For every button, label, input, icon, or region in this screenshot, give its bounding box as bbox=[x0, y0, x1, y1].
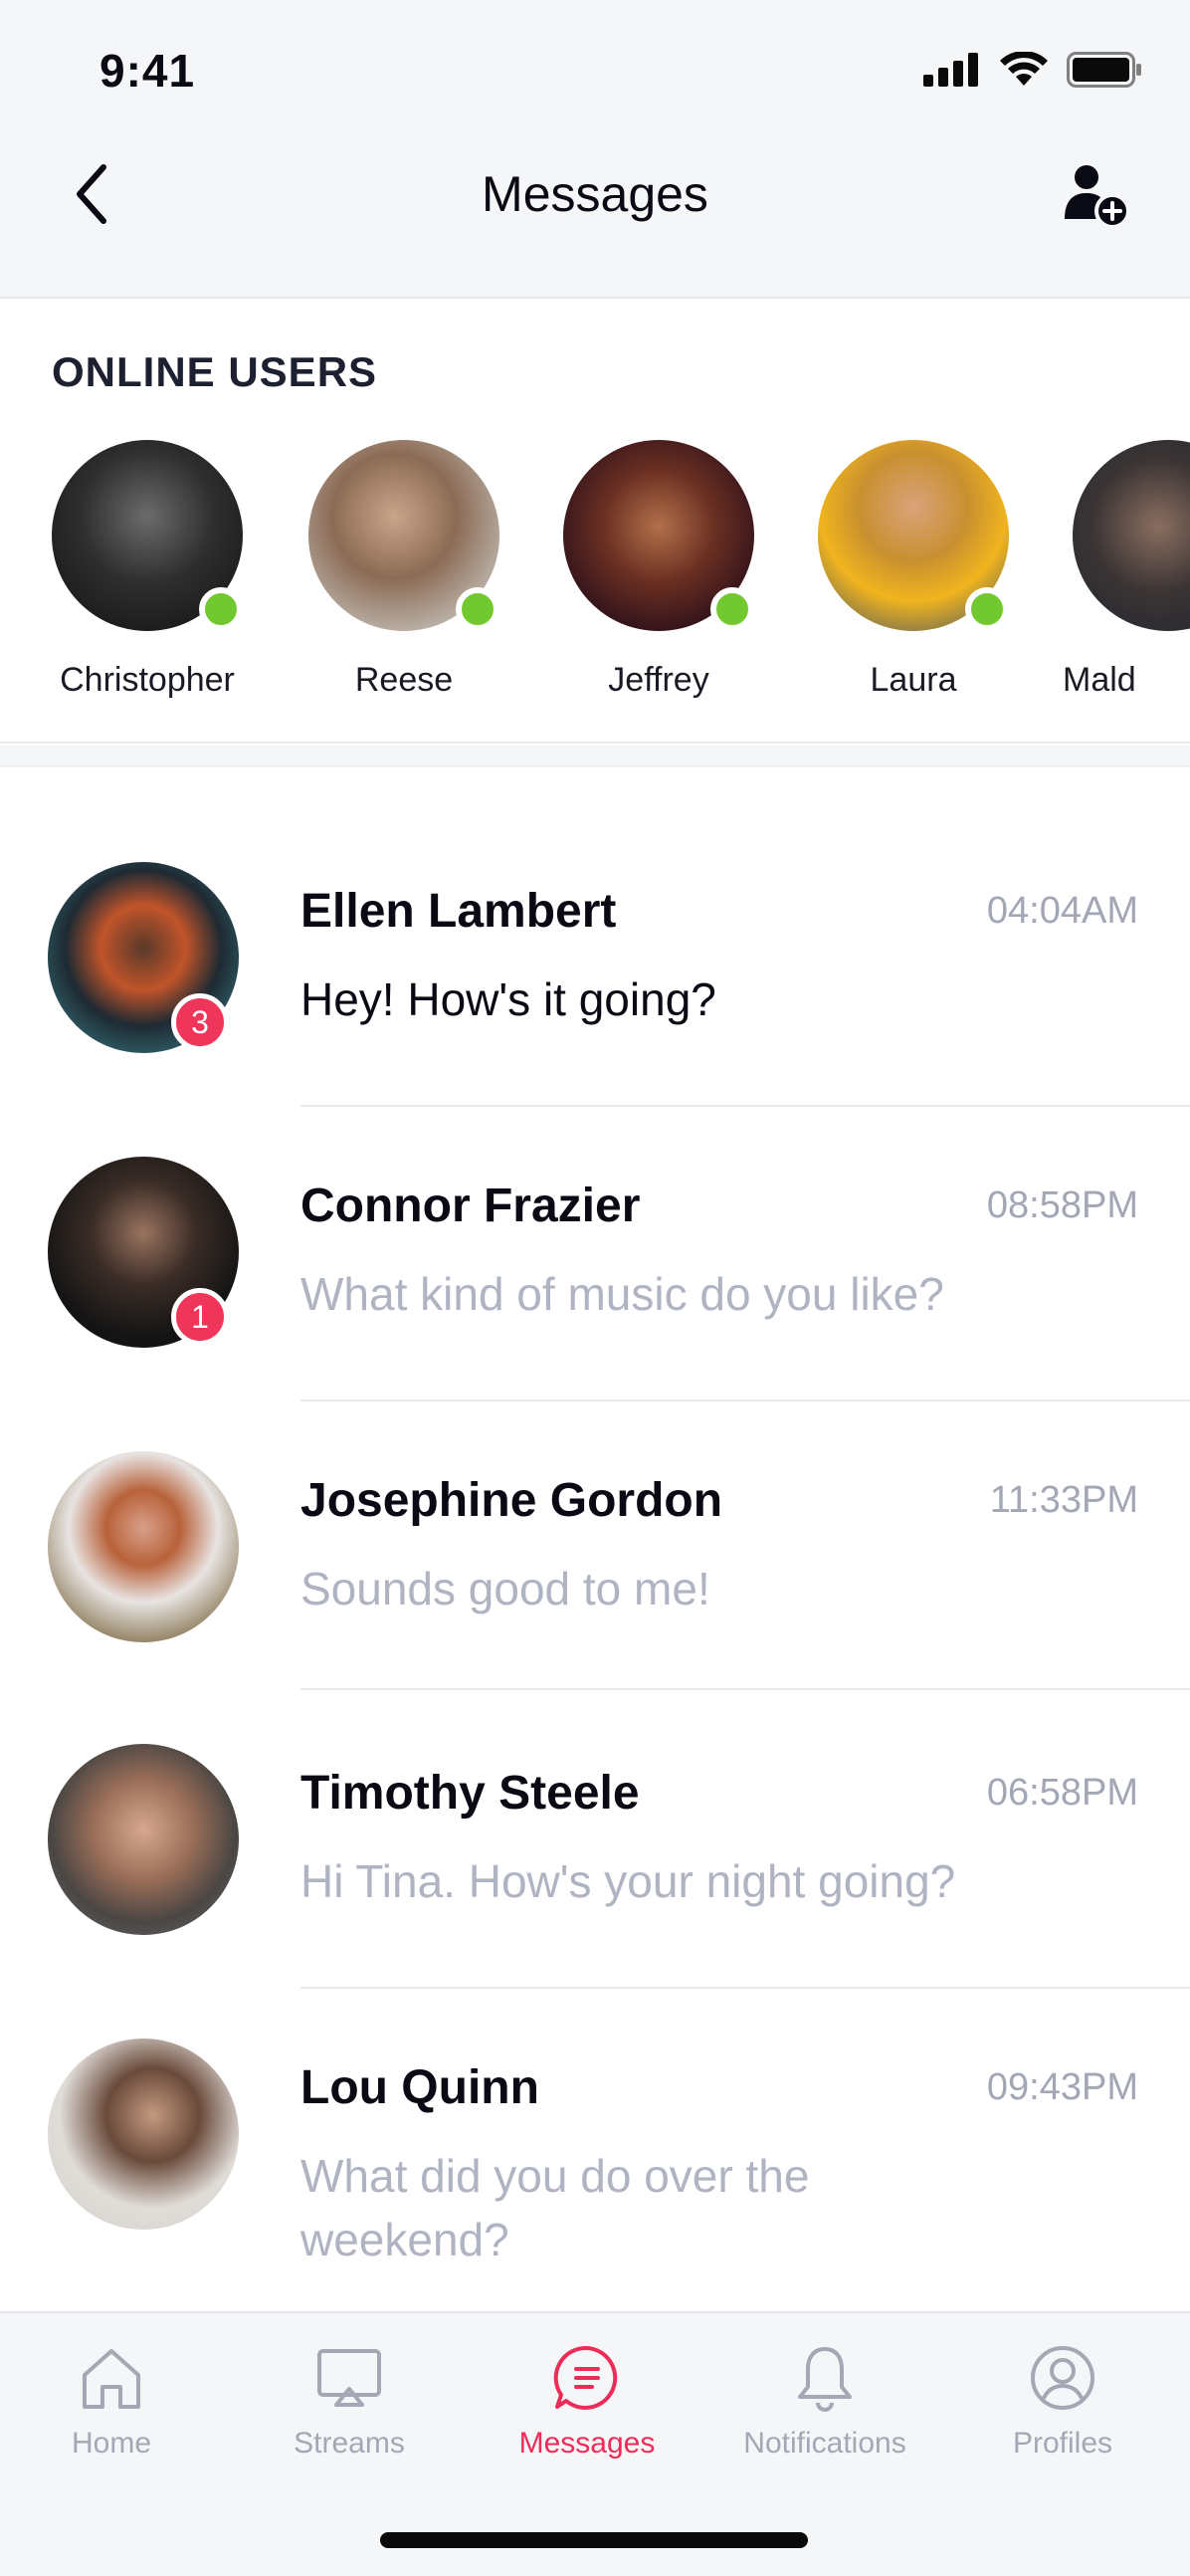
message-icon bbox=[553, 2345, 618, 2410]
add-user-button[interactable] bbox=[1061, 159, 1132, 231]
conversation-row[interactable]: 1 Connor Frazier 08:58PM What kind of mu… bbox=[0, 1157, 1190, 1450]
row-divider bbox=[300, 1688, 1190, 1690]
add-user-icon bbox=[1065, 165, 1130, 229]
status-icons bbox=[923, 52, 1142, 88]
message-preview: Hey! How's it going? bbox=[300, 973, 716, 1025]
online-user-name: Reese bbox=[354, 661, 454, 699]
online-users-section: ONLINE USERS Christopher Reese Jeffrey L… bbox=[0, 301, 1190, 744]
avatar: 1 bbox=[48, 1157, 239, 1348]
bell-icon bbox=[798, 2347, 852, 2412]
avatar bbox=[48, 1744, 239, 1935]
conversation-row[interactable]: Josephine Gordon 11:33PM Sounds good to … bbox=[0, 1451, 1190, 1745]
tab-label: Home bbox=[71, 2427, 152, 2460]
message-time: 04:04AM bbox=[986, 890, 1138, 932]
profile-icon bbox=[1031, 2346, 1094, 2410]
avatar bbox=[1073, 440, 1190, 631]
tab-profiles[interactable]: Profiles bbox=[953, 2343, 1172, 2461]
tab-label: Streams bbox=[294, 2427, 405, 2460]
unread-badge: 1 bbox=[171, 1288, 229, 1346]
online-user-name: Christopher bbox=[60, 661, 235, 699]
tab-label: Profiles bbox=[1012, 2427, 1113, 2460]
home-icon bbox=[83, 2349, 140, 2409]
tab-notifications[interactable]: Notifications bbox=[715, 2343, 934, 2461]
online-user[interactable]: Mald bbox=[1063, 440, 1190, 699]
status-time: 9:41 bbox=[99, 45, 196, 97]
header: 9:41 Messages bbox=[0, 0, 1190, 299]
online-indicator bbox=[710, 587, 754, 631]
online-user[interactable]: Christopher bbox=[52, 440, 251, 699]
message-time: 08:58PM bbox=[986, 1184, 1138, 1226]
online-user[interactable]: Reese bbox=[308, 440, 507, 699]
avatar bbox=[308, 440, 499, 631]
contact-name: Josephine Gordon bbox=[300, 1474, 723, 1527]
message-time: 09:43PM bbox=[986, 2066, 1138, 2108]
signal-icon bbox=[923, 53, 978, 87]
row-divider bbox=[300, 1105, 1190, 1107]
message-time: 11:33PM bbox=[989, 1479, 1138, 1521]
unread-badge: 3 bbox=[171, 993, 229, 1051]
conversation-row[interactable]: 3 Ellen Lambert 04:04AM Hey! How's it go… bbox=[0, 862, 1190, 1156]
section-divider bbox=[0, 746, 1190, 767]
cast-icon bbox=[317, 2349, 381, 2407]
online-user-name: Jeffrey bbox=[608, 661, 709, 699]
tab-home[interactable]: Home bbox=[2, 2343, 221, 2461]
conversation-row[interactable]: Timothy Steele 06:58PM Hi Tina. How's yo… bbox=[0, 1744, 1190, 2038]
message-preview: Hi Tina. How's your night going? bbox=[300, 1855, 956, 1907]
section-title: ONLINE USERS bbox=[52, 348, 378, 395]
message-preview: What kind of music do you like? bbox=[300, 1268, 944, 1320]
online-indicator bbox=[965, 587, 1009, 631]
battery-icon bbox=[1067, 52, 1141, 88]
avatar: 3 bbox=[48, 862, 239, 1053]
avatar bbox=[48, 2039, 239, 2230]
contact-name: Timothy Steele bbox=[300, 1767, 640, 1820]
conversation-row[interactable]: Lou Quinn 09:43PM What did you do over t… bbox=[0, 2039, 1190, 2332]
online-user[interactable]: Laura bbox=[818, 440, 1017, 699]
row-divider bbox=[300, 1987, 1190, 1989]
message-preview: What did you do over the weekend? bbox=[300, 2150, 810, 2265]
message-time: 06:58PM bbox=[986, 1772, 1138, 1814]
tab-label: Notifications bbox=[743, 2427, 906, 2460]
avatar bbox=[563, 440, 754, 631]
online-user[interactable]: Jeffrey bbox=[563, 440, 762, 699]
avatar bbox=[48, 1451, 239, 1642]
wifi-icon bbox=[1000, 52, 1048, 86]
row-divider bbox=[300, 1399, 1190, 1401]
tab-streams[interactable]: Streams bbox=[240, 2343, 459, 2461]
message-preview: Sounds good to me! bbox=[300, 1563, 710, 1614]
page-title: Messages bbox=[482, 166, 708, 222]
contact-name: Connor Frazier bbox=[300, 1180, 641, 1232]
online-indicator bbox=[199, 587, 243, 631]
online-indicator bbox=[456, 587, 499, 631]
avatar bbox=[52, 440, 243, 631]
home-indicator bbox=[380, 2532, 808, 2548]
tab-label: Messages bbox=[518, 2427, 656, 2460]
online-user-name: Laura bbox=[870, 661, 957, 699]
tab-messages[interactable]: Messages bbox=[478, 2343, 696, 2461]
avatar bbox=[818, 440, 1009, 631]
contact-name: Ellen Lambert bbox=[300, 885, 617, 938]
contact-name: Lou Quinn bbox=[300, 2061, 539, 2114]
online-user-name: Mald bbox=[1063, 661, 1136, 699]
